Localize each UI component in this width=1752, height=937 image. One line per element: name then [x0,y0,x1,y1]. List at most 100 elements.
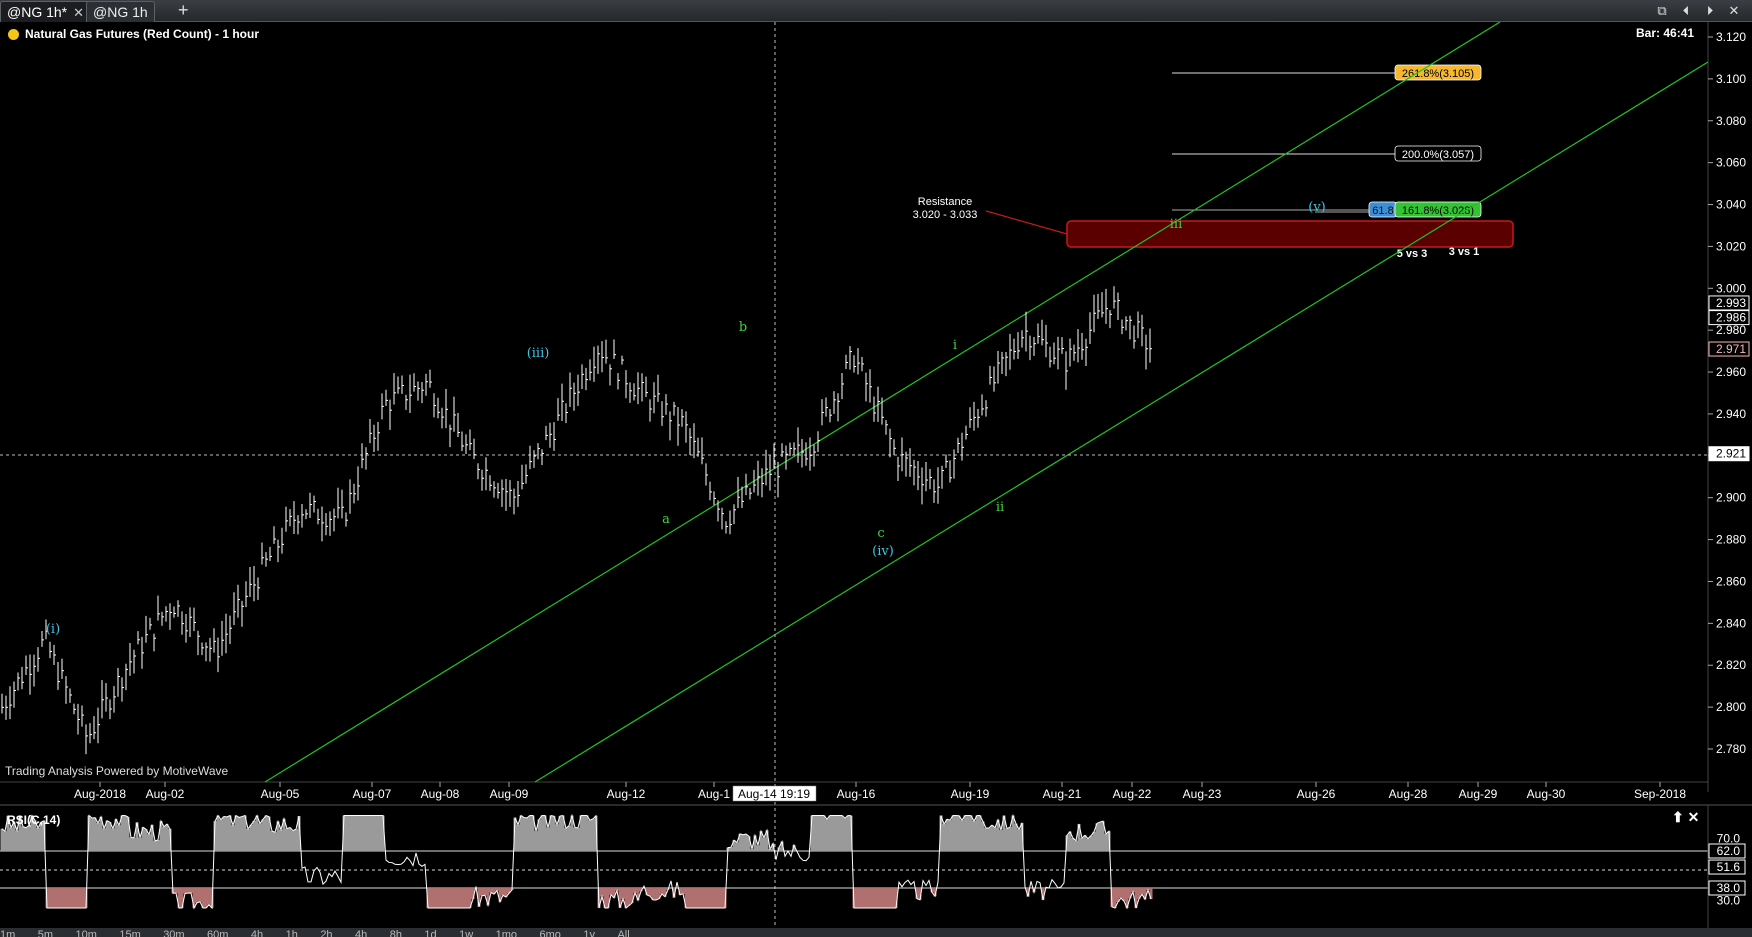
price-label-text: 2.971 [1716,342,1746,356]
add-tab-icon[interactable]: + [178,0,189,21]
resistance-zone[interactable] [1066,220,1514,248]
back-arrow-icon[interactable]: ⏴ [1676,2,1696,20]
price-label-text: 2.921 [1716,447,1746,461]
rsi-close-icon[interactable]: ✕ [1688,809,1700,825]
wave-label-a: a [662,512,670,527]
chart-title[interactable]: Natural Gas Futures (Red Count) - 1 hour [8,27,259,41]
timeframe-item[interactable]: 2h [320,929,332,937]
wave-label-ii: ii [996,500,1004,515]
time-tick-label: Aug-29 [1459,787,1498,801]
detach-window-icon[interactable]: ⧉ [1652,2,1672,20]
timeframe-item[interactable]: 4h [355,929,367,937]
tab-close-icon[interactable]: ✕ [73,5,84,20]
price-tick-label: 2.780 [1716,742,1746,756]
resistance-range: 3.020 - 3.033 [913,209,978,221]
tab-ng-1h-modified[interactable]: @NG 1h* ✕ [0,1,92,22]
timeframe-item[interactable]: 30m [163,929,184,937]
timeframe-item[interactable]: 4h [251,929,263,937]
price-tick-label: 2.820 [1716,658,1746,672]
timeframe-item[interactable]: All [617,929,629,937]
rsi-axis-ticks: 70.062.051.638.030.0 [1708,832,1746,907]
timeframe-item[interactable]: 5m [38,929,53,937]
timeframe-item[interactable]: 10m [75,929,96,937]
price-tick-label: 2.840 [1716,616,1746,630]
price-tick-label: 3.080 [1716,114,1746,128]
time-tick-label: Aug-28 [1389,787,1428,801]
chart-canvas[interactable]: 3.120 3.100 3.080 3.060 3.040 3.020 3.000 2.980… [0,22,1752,937]
time-tick-label: Aug-1 [698,787,730,801]
time-tick-label: Aug-05 [261,787,300,801]
price-tick-label: 3.060 [1716,156,1746,170]
time-tick-label: Aug-08 [421,787,460,801]
price-tick-label: 3.040 [1716,198,1746,212]
timeframe-item[interactable]: 8h [390,929,402,937]
rsi-fill [0,815,1153,909]
timeframe-item[interactable]: 1m [0,929,15,937]
timeframe-item[interactable]: 60m [207,929,228,937]
timeframe-item[interactable]: 1w [459,929,473,937]
timeframe-bar: 1m 5m 10m 15m 30m 60m 4h 1h 2h 4h 8h 1d … [0,928,1752,937]
watermark: Trading Analysis Powered by MotiveWave [5,764,229,778]
price-chart[interactable]: 3.120 3.100 3.080 3.060 3.040 3.020 3.000 2.980… [0,22,1752,937]
time-tick-label: Aug-30 [1527,787,1566,801]
timeframe-item[interactable]: 1y [583,929,595,937]
time-tick-label: Aug-2018 [74,787,126,801]
tab-label: @NG 1h [93,4,148,20]
price-label-text: 2.993 [1716,296,1746,310]
price-tick-label: 3.000 [1716,281,1746,295]
timeframe-item[interactable]: 6mo [540,929,561,937]
resistance-pointer-line [985,210,1068,235]
fib-618-label: 61.8 [1372,205,1393,217]
wave-label-b: b [739,320,747,335]
price-tick-label: 2.800 [1716,700,1746,714]
price-tick-label: 2.880 [1716,533,1746,547]
wave-label-i-paren: (i) [46,622,60,637]
time-tick-label: Aug-09 [490,787,529,801]
time-tick-label: Aug-22 [1113,787,1152,801]
wave-label-iii-paren: (iii) [527,346,550,361]
price-tick-label: 3.100 [1716,72,1746,86]
rsi-tick-label: 62.0 [1717,844,1741,858]
bar-timer: Bar: 46:41 [1636,26,1695,40]
wave-label-iv-paren: (iv) [872,544,894,559]
timeframe-item[interactable]: 1h [286,929,298,937]
tab-ng-1h[interactable]: @NG 1h [86,1,155,22]
status-dot-icon [8,28,19,40]
rsi-tick-label: 30.0 [1717,893,1741,907]
timeframe-item[interactable]: 1d [424,929,436,937]
price-tick-label: 2.900 [1716,491,1746,505]
price-tick-label: 3.120 [1716,30,1746,44]
crosshair-time-label: Aug-14 19:19 [738,787,810,801]
window-controls: ⧉ ⏴ ⏵ ✕ [1652,2,1744,20]
fib-261-label: 261.8%(3.105) [1402,68,1474,80]
price-tick-label: 2.980 [1716,323,1746,337]
time-tick-label: Aug-07 [353,787,392,801]
price-bars [1,286,1152,755]
rsi-title: RSI(C,14) [7,813,61,827]
rsi-controls: ⬆ ✕ [1672,809,1699,826]
tab-bar: @NG 1h* ✕ @NG 1h + ⧉ ⏴ ⏵ ✕ [0,0,1752,22]
price-label-text: 2.986 [1716,311,1746,325]
close-window-icon[interactable]: ✕ [1724,2,1744,20]
price-tick-label: 2.940 [1716,407,1746,421]
wave-label-i: i [953,338,957,353]
forward-arrow-icon[interactable]: ⏵ [1700,2,1720,20]
channel-lower-line[interactable] [534,61,1709,783]
time-tick-label: Aug-23 [1183,787,1222,801]
time-tick-label: Aug-21 [1043,787,1082,801]
fib-161-label: 161.8%(3.028) [1402,205,1474,217]
ratio-label-3-vs-1: 3 vs 1 [1449,246,1480,258]
tab-label: @NG 1h* [7,4,68,20]
price-tick-label: 2.960 [1716,365,1746,379]
time-tick-label: Aug-26 [1297,787,1336,801]
wave-label-c: c [877,526,884,541]
time-tick-label: Aug-02 [146,787,185,801]
rsi-maximize-icon[interactable]: ⬆ [1672,809,1684,825]
rsi-tick-label: 51.6 [1717,860,1741,874]
price-tick-label: 2.860 [1716,574,1746,588]
wave-label-iii: iii [1170,217,1182,232]
timeframe-item[interactable]: 15m [119,929,140,937]
time-tick-label: Aug-16 [837,787,876,801]
fib-200-label: 200.0%(3.057) [1402,149,1474,161]
timeframe-item[interactable]: 1mo [496,929,517,937]
